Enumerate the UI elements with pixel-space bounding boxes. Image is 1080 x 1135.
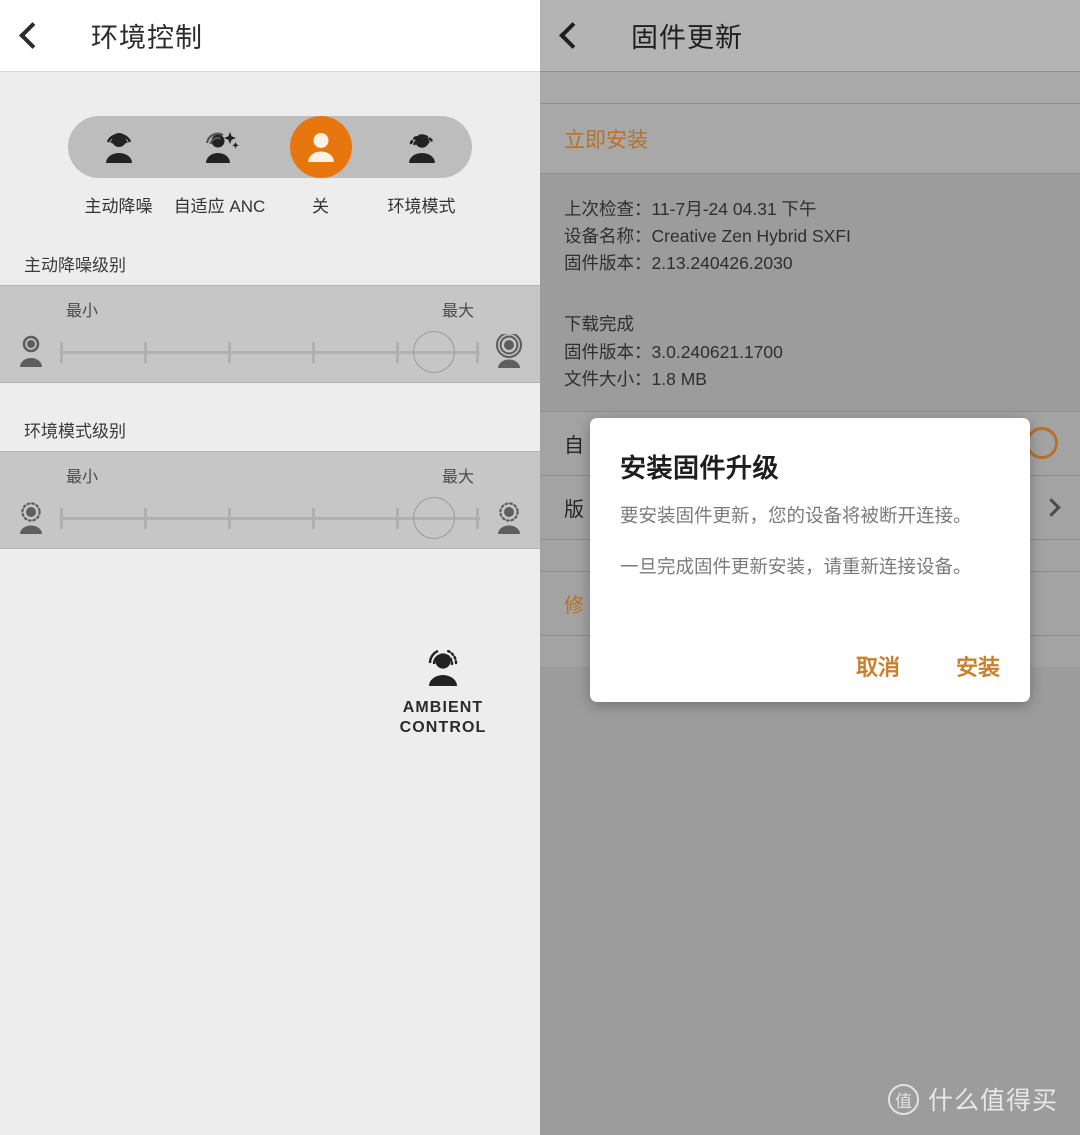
- left-header: 环境控制: [0, 0, 540, 72]
- row-label-repair: 修: [564, 594, 584, 617]
- ambient-slider-row[interactable]: [14, 494, 526, 542]
- anc-min-label: 最小: [66, 303, 99, 320]
- dialog-paragraph-1: 要安装固件更新，您的设备将被断开连接。: [620, 505, 972, 526]
- person-dotted-icon-left: [20, 502, 42, 534]
- mode-label-anc: 主动降噪: [84, 197, 153, 216]
- watermark: 值 什么值得买: [887, 1081, 1058, 1117]
- last-check-value: 11-7月-24 04.31 下午: [651, 199, 817, 219]
- page-title-left: 环境控制: [91, 23, 203, 53]
- anc-level-slider-card: 最小 最大: [0, 285, 540, 383]
- info-row-new-firmware-version: 固件版本：3.0.240621.1700: [564, 339, 1056, 366]
- app-screen: 环境控制 主动降噪 自适应 ANC 关 环境模式 主动降噪级别 最小 最大 环境…: [0, 0, 1080, 1135]
- anc-person-icon: [105, 133, 132, 163]
- ambient-tick-5: [475, 508, 479, 529]
- cancel-button[interactable]: 取消: [856, 650, 900, 682]
- new-firmware-value: 3.0.240621.1700: [651, 341, 783, 362]
- ambient-control-logo: AMBIENT CONTROL: [388, 644, 498, 738]
- ambient-control-logo-icon: [428, 649, 458, 686]
- ambient-tick-2: [228, 508, 231, 529]
- device-name-key: 设备名称：: [564, 226, 652, 247]
- ambient-track[interactable]: [60, 494, 480, 542]
- adaptive-anc-person-icon: [205, 132, 239, 163]
- install-button[interactable]: 安装: [956, 650, 1000, 682]
- auto-update-toggle[interactable]: [1026, 427, 1058, 460]
- download-status: 下载完成: [564, 314, 634, 335]
- firmware-version-value: 2.13.240426.2030: [651, 253, 793, 274]
- mode-label-off: 关: [312, 197, 329, 216]
- ambient-minmax-labels: 最小 最大: [0, 463, 540, 487]
- back-chevron-icon: [558, 22, 586, 49]
- logo-line-1: AMBIENT: [402, 699, 484, 716]
- ambient-tick-3: [312, 508, 315, 529]
- new-firmware-key: 固件版本：: [564, 341, 652, 362]
- person-plain-icon: [20, 335, 42, 367]
- info-row-firmware-version: 固件版本：2.13.240426.2030: [564, 250, 1056, 277]
- off-person-icon: [307, 133, 334, 162]
- device-name-value: Creative Zen Hybrid SXFI: [651, 226, 851, 247]
- ambient-slider-thumb[interactable]: [412, 497, 455, 539]
- mode-selector-zone: 主动降噪 自适应 ANC 关 环境模式: [0, 72, 540, 217]
- ambient-max-label: 最大: [441, 469, 474, 486]
- logo-line-2: CONTROL: [399, 719, 487, 736]
- anc-level-label: 主动降噪级别: [24, 255, 126, 275]
- anc-slider-thumb[interactable]: [412, 331, 455, 373]
- mode-option-off[interactable]: [284, 116, 358, 178]
- right-header: 固件更新: [540, 0, 1080, 72]
- person-dotted-icon-right: [498, 502, 520, 534]
- mode-option-anc[interactable]: [82, 116, 156, 178]
- install-firmware-dialog: 安装固件升级 要安装固件更新，您的设备将被断开连接。 一旦完成固件更新安装，请重…: [590, 418, 1030, 702]
- anc-tick-5: [475, 342, 479, 363]
- mode-label-row: 主动降噪 自适应 ANC 关 环境模式: [68, 192, 472, 217]
- row-label-auto-update: 自: [564, 434, 584, 457]
- ambient-tick-4: [396, 508, 399, 529]
- anc-tick-3: [312, 342, 315, 363]
- ambient-min-label: 最小: [66, 469, 99, 486]
- back-chevron-icon: [18, 22, 46, 49]
- ambient-person-icon: [408, 134, 435, 163]
- anc-track[interactable]: [60, 328, 480, 376]
- dialog-paragraph-2: 一旦完成固件更新安装，请重新连接设备。: [620, 555, 972, 577]
- ambient-tick-0: [60, 508, 63, 529]
- mode-option-adaptive-anc[interactable]: [183, 116, 257, 178]
- ambient-tick-1: [144, 508, 147, 529]
- page-title-right: 固件更新: [631, 23, 743, 53]
- file-size-key: 文件大小：: [564, 368, 652, 389]
- header-gap-bar: [540, 72, 1080, 104]
- dialog-actions: 取消 安装: [856, 650, 1000, 682]
- back-button-left[interactable]: [0, 0, 64, 72]
- anc-minmax-labels: 最小 最大: [0, 297, 540, 321]
- dialog-body: 要安装固件更新，您的设备将被断开连接。 一旦完成固件更新安装，请重新连接设备。: [620, 502, 1000, 581]
- back-button-right[interactable]: [540, 0, 604, 72]
- row-label-version: 版: [564, 498, 584, 521]
- ambient-level-label: 环境模式级别: [24, 421, 126, 441]
- anc-slider-row[interactable]: [14, 328, 526, 376]
- info-row-device-name: 设备名称：Creative Zen Hybrid SXFI: [564, 223, 1056, 250]
- mode-selector[interactable]: [68, 116, 472, 178]
- firmware-info-block: 上次检查：11-7月-24 04.31 下午 设备名称：Creative Zen…: [540, 174, 1080, 411]
- ambient-level-slider-card: 最小 最大: [0, 451, 540, 549]
- info-row-file-size: 文件大小：1.8 MB: [564, 366, 1056, 393]
- anc-tick-0: [60, 342, 63, 363]
- file-size-value: 1.8 MB: [651, 368, 707, 389]
- person-waves-icon: [495, 334, 523, 368]
- anc-tick-2: [228, 342, 231, 363]
- last-check-key: 上次检查：: [564, 199, 652, 219]
- anc-tick-4: [396, 342, 399, 363]
- anc-max-label: 最大: [441, 303, 474, 320]
- chevron-right-icon: [1042, 498, 1061, 517]
- mode-option-ambient[interactable]: [385, 116, 459, 178]
- install-now-button[interactable]: 立即安装: [540, 104, 1080, 174]
- ambient-control-panel: 环境控制 主动降噪 自适应 ANC 关 环境模式 主动降噪级别 最小 最大 环境…: [0, 0, 540, 1135]
- firmware-version-key: 固件版本：: [564, 253, 652, 274]
- info-row-last-check: 上次检查：11-7月-24 04.31 下午: [564, 196, 1056, 223]
- watermark-text: 什么值得买: [927, 1087, 1058, 1115]
- dialog-title: 安装固件升级: [620, 453, 780, 483]
- mode-label-ambient: 环境模式: [387, 197, 456, 216]
- mode-label-adaptive-anc: 自适应 ANC: [173, 197, 266, 216]
- anc-tick-1: [144, 342, 147, 363]
- watermark-badge-icon: 值: [887, 1083, 919, 1115]
